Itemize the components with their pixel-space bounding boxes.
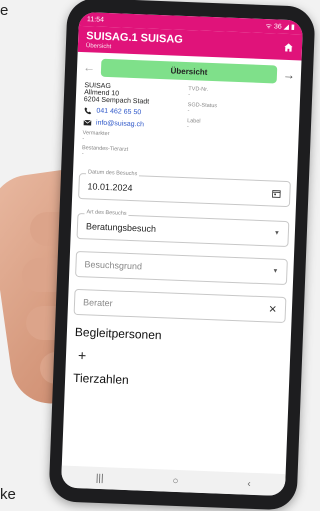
visit-date-label: Datum des Besuchs [86, 169, 139, 177]
visit-reason-placeholder: Besuchsgrund [84, 259, 142, 271]
email-icon [83, 118, 92, 127]
status-column: TVD-Nr. - SGD-Status - Label - [186, 86, 293, 165]
email-row[interactable]: info@suisag.ch [83, 118, 187, 131]
phone-row[interactable]: 041 462 65 50 [83, 106, 187, 119]
dropdown-arrow-icon: ▼ [272, 268, 278, 274]
background-text-top: e [0, 2, 8, 19]
visit-date-field[interactable]: Datum des Besuchs 10.01.2024 [78, 173, 291, 207]
phone-link[interactable]: 041 462 65 50 [96, 108, 141, 117]
home-icon[interactable] [282, 41, 294, 53]
email-link[interactable]: info@suisag.ch [96, 120, 144, 129]
recent-apps-icon[interactable]: ||| [96, 472, 104, 483]
dropdown-arrow-icon: ▼ [274, 231, 280, 237]
visit-type-label: Art des Besuchs [84, 209, 128, 217]
back-button-icon[interactable]: ‹ [247, 478, 251, 489]
visit-date-value: 10.01.2024 [87, 181, 132, 193]
forward-arrow-icon[interactable]: → [283, 68, 296, 82]
clear-icon[interactable]: ✕ [268, 304, 277, 315]
companions-heading: Begleitpersonen [75, 325, 283, 347]
back-arrow-icon[interactable]: ← [83, 60, 96, 74]
overview-button[interactable]: Übersicht [101, 59, 278, 84]
visit-type-value: Beratungsbesuch [86, 221, 156, 234]
animal-counts-heading: Tierzahlen [73, 371, 281, 393]
status-icons: ᯤ 36 ◢ ▮ [265, 22, 295, 32]
system-navigation-bar: ||| ○ ‹ [61, 466, 286, 497]
status-time: 11:54 [87, 16, 104, 24]
farm-info: SUISAG Allmend 10 6204 Sempach Stadt 041… [74, 80, 301, 168]
advisor-placeholder: Berater [83, 297, 113, 308]
home-button-icon[interactable]: ○ [172, 475, 178, 486]
calendar-icon[interactable] [271, 188, 281, 198]
background-text-bottom: ke [0, 486, 16, 503]
visit-reason-select[interactable]: Besuchsgrund ▼ [75, 251, 288, 285]
phone-screen: 11:54 ᯤ 36 ◢ ▮ SUISAG.1 SUISAG Übersicht… [61, 12, 303, 496]
add-companion-button[interactable]: + [78, 347, 278, 371]
phone: 11:54 ᯤ 36 ◢ ▮ SUISAG.1 SUISAG Übersicht… [48, 0, 315, 511]
visit-type-select[interactable]: Art des Besuchs Beratungsbesuch ▼ [77, 213, 290, 247]
phone-icon [83, 106, 92, 115]
advisor-field[interactable]: Berater ✕ [74, 289, 287, 323]
address-column: SUISAG Allmend 10 6204 Sempach Stadt 041… [82, 82, 189, 161]
